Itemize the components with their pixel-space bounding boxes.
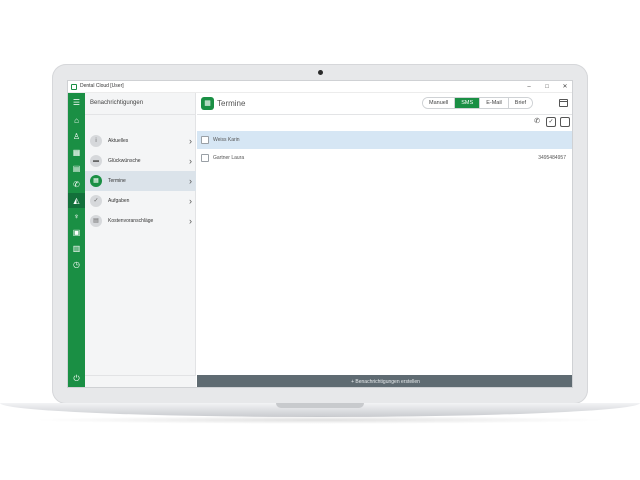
panel-footer	[85, 375, 196, 387]
bell-icon[interactable]: ◭	[68, 193, 85, 208]
phone-icon[interactable]: ✆	[532, 117, 542, 127]
notifications-panel: Benachrichtigungen i Aktuelles › ▬ Glück…	[85, 93, 196, 387]
chevron-right-icon: ›	[189, 156, 192, 166]
tab-brief[interactable]: Brief	[508, 98, 533, 108]
menu-item-aufgaben[interactable]: ✓ Aufgaben ›	[85, 191, 196, 211]
maximize-button[interactable]: □	[540, 81, 554, 93]
channel-tabs: Manuell SMS E-Mail Brief	[422, 97, 534, 109]
create-notifications-text: Benachrichtigungen erstellen	[355, 379, 420, 385]
laptop-shadow	[30, 416, 610, 424]
nav-rail: ☰ ⌂ ♙ ▦ ▤ ✆ ◭ ♆ ▣ ▥ ◷ ⏻	[68, 93, 85, 387]
chevron-right-icon: ›	[189, 176, 192, 186]
chevron-right-icon: ›	[189, 216, 192, 226]
menu-item-aktuelles[interactable]: i Aktuelles ›	[85, 131, 196, 151]
menu-item-label: Aufgaben	[108, 198, 130, 204]
list-toolbar: ✆ ✓	[197, 115, 572, 129]
estimate-icon: ▤	[90, 215, 102, 227]
menu-icon[interactable]: ☰	[68, 95, 85, 110]
calendar-alt-icon[interactable]: ▥	[68, 241, 85, 256]
clock-icon[interactable]: ◷	[68, 257, 85, 272]
info-icon: i	[90, 135, 102, 147]
menu-item-glueckwuensche[interactable]: ▬ Glückwünsche ›	[85, 151, 196, 171]
menu-item-termine[interactable]: ▦ Termine ›	[85, 171, 196, 191]
row-phone: 3495484957	[538, 155, 566, 161]
row-name: Weiss Karin	[213, 137, 240, 143]
cake-icon: ▬	[90, 155, 102, 167]
home-icon[interactable]: ⌂	[68, 113, 85, 128]
title-bar: Dental Cloud [User] – □ ✕	[68, 81, 572, 93]
window-title: Dental Cloud [User]	[80, 83, 124, 89]
tab-email[interactable]: E-Mail	[480, 98, 509, 108]
plus-icon: +	[351, 379, 355, 385]
document-icon[interactable]: ▣	[68, 225, 85, 240]
menu-item-kostenvoranschlaege[interactable]: ▤ Kostenvoranschläge ›	[85, 211, 196, 231]
menu-item-label: Termine	[108, 178, 126, 184]
tab-sms[interactable]: SMS	[455, 98, 481, 108]
chevron-right-icon: ›	[189, 136, 192, 146]
create-notifications-button[interactable]: + Benachrichtigungen erstellen	[197, 375, 572, 387]
calendar-icon[interactable]: ▦	[68, 145, 85, 160]
row-name: Gartner Laura	[213, 155, 245, 161]
table-row[interactable]: Weiss Karin	[197, 131, 572, 149]
close-button[interactable]: ✕	[558, 81, 572, 93]
chevron-right-icon: ›	[189, 196, 192, 206]
panel-title: Benachrichtigungen	[90, 100, 144, 106]
panel-header: Benachrichtigungen	[85, 93, 196, 115]
menu-item-label: Glückwünsche	[108, 158, 141, 164]
row-checkbox[interactable]	[201, 136, 209, 144]
uncheck-all-icon[interactable]	[560, 117, 570, 127]
calendar-icon: ▦	[201, 97, 214, 110]
laptop-mockup: Dental Cloud [User] – □ ✕ ☰ ⌂ ♙ ▦ ▤ ✆ ◭ …	[0, 0, 640, 480]
tab-manuell[interactable]: Manuell	[423, 98, 456, 108]
menu-item-label: Kostenvoranschläge	[108, 218, 154, 224]
tooth-icon[interactable]: ♆	[68, 209, 85, 224]
page-title: Termine	[217, 99, 246, 108]
table-row[interactable]: Gartner Laura 3495484957	[197, 149, 572, 167]
app-window: Dental Cloud [User] – □ ✕ ☰ ⌂ ♙ ▦ ▤ ✆ ◭ …	[67, 80, 573, 388]
phone-icon[interactable]: ✆	[68, 177, 85, 192]
clipboard-icon[interactable]: ▤	[68, 161, 85, 176]
user-icon[interactable]: ♙	[68, 129, 85, 144]
window-layout-icon[interactable]	[559, 99, 568, 107]
laptop-base-notch	[276, 403, 364, 408]
create-notifications-label: + Benachrichtigungen erstellen	[197, 379, 572, 385]
minimize-button[interactable]: –	[522, 81, 536, 93]
app-icon	[71, 84, 77, 90]
task-icon: ✓	[90, 195, 102, 207]
row-checkbox[interactable]	[201, 154, 209, 162]
power-icon[interactable]: ⏻	[68, 371, 85, 386]
main-content: ▦ Termine Manuell SMS E-Mail Brief ✆ ✓ W…	[197, 93, 572, 387]
check-all-icon[interactable]: ✓	[546, 117, 556, 127]
menu-item-label: Aktuelles	[108, 138, 129, 144]
camera-dot	[318, 70, 323, 75]
calendar-icon: ▦	[90, 175, 102, 187]
main-header: ▦ Termine Manuell SMS E-Mail Brief	[197, 93, 572, 115]
